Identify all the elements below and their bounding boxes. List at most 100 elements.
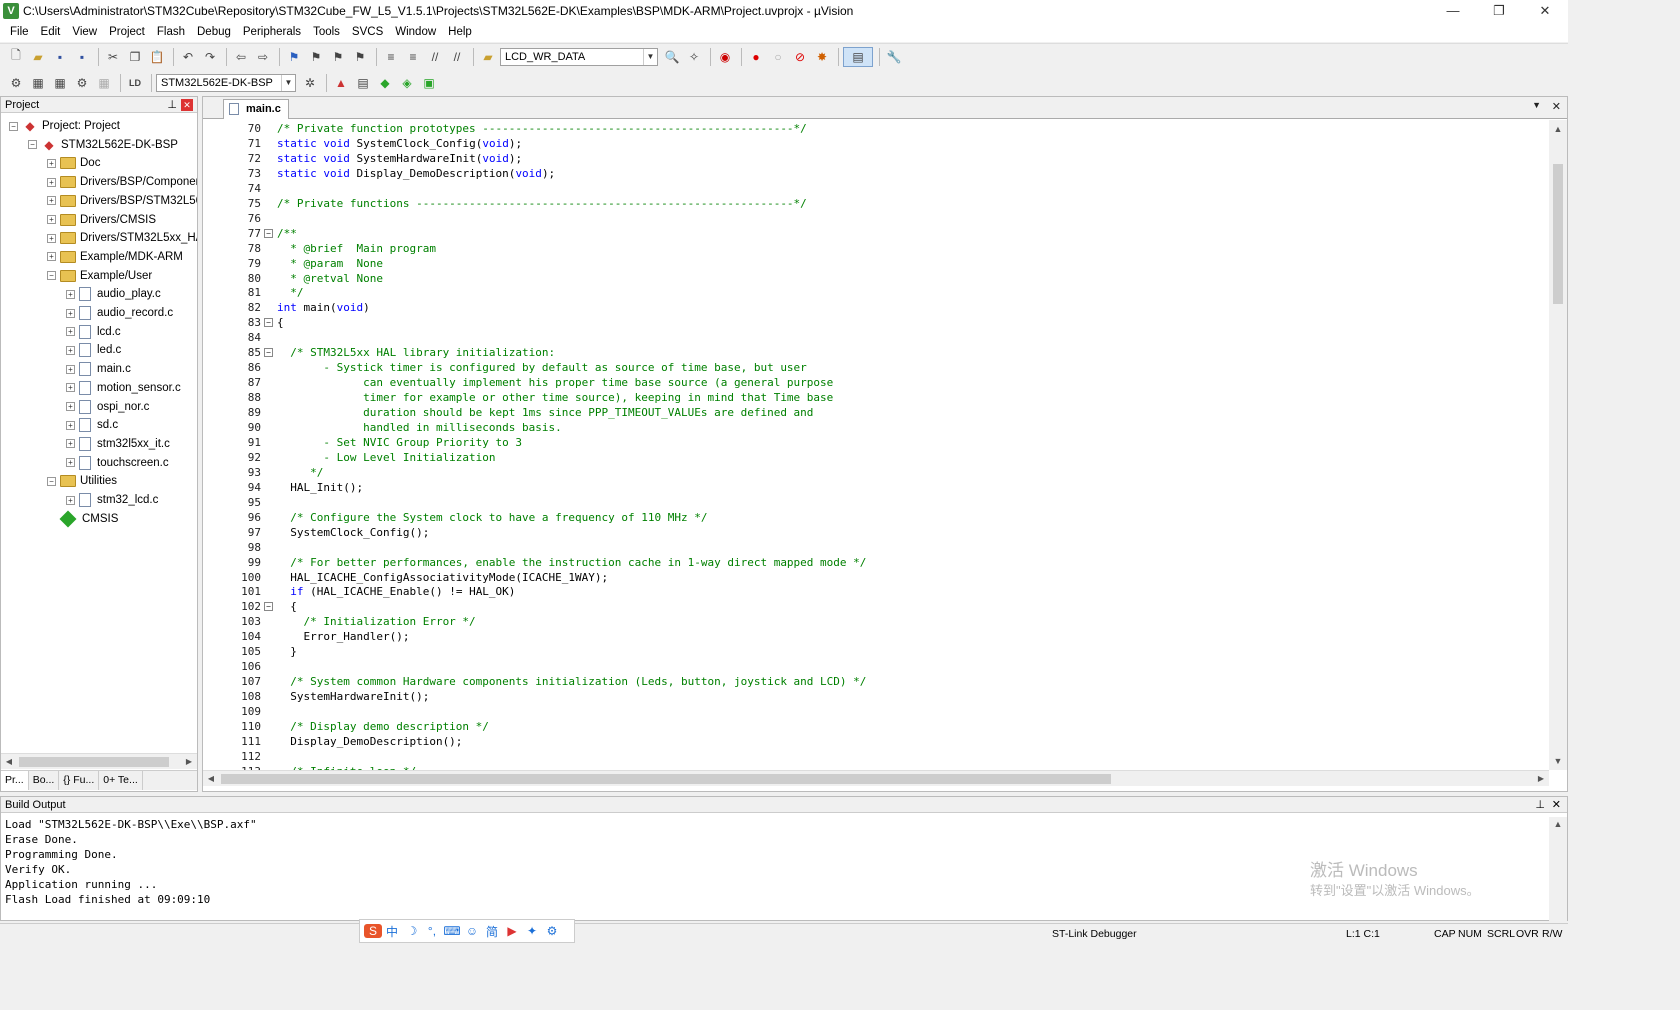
- menu-help[interactable]: Help: [442, 22, 478, 42]
- rebuild-icon[interactable]: ▦: [50, 73, 70, 93]
- build-icon[interactable]: ▦: [28, 73, 48, 93]
- incremental-find-icon[interactable]: ✧: [684, 47, 704, 67]
- code-line[interactable]: 100 HAL_ICACHE_ConfigAssociativityMode(I…: [203, 570, 1549, 585]
- ime-shirt-icon[interactable]: ✦: [522, 924, 542, 938]
- code-line[interactable]: 79 * @param None: [203, 256, 1549, 271]
- code-line[interactable]: 104 Error_Handler();: [203, 629, 1549, 644]
- tab-templates[interactable]: 0+ Te...: [99, 771, 143, 790]
- expand-icon[interactable]: +: [66, 420, 75, 430]
- collapse-icon[interactable]: −: [47, 476, 56, 486]
- scroll-down-icon[interactable]: ▼: [1549, 756, 1567, 766]
- code-line[interactable]: 93 */: [203, 465, 1549, 480]
- debug-session-icon[interactable]: ◉: [715, 47, 735, 67]
- code-line[interactable]: 106: [203, 659, 1549, 674]
- comment-icon[interactable]: //: [425, 47, 445, 67]
- minimize-icon[interactable]: —: [1430, 0, 1476, 22]
- code-line[interactable]: 73 static void Display_DemoDescription(vo…: [203, 166, 1549, 181]
- pin-icon[interactable]: ⊥: [167, 97, 177, 113]
- tree-item[interactable]: + stm32l5xx_it.c: [66, 435, 170, 453]
- tree-item[interactable]: − ◆ Project: Project: [9, 117, 120, 135]
- menu-view[interactable]: View: [66, 22, 103, 42]
- menu-debug[interactable]: Debug: [191, 22, 237, 42]
- fold-toggle-icon[interactable]: −: [264, 348, 273, 358]
- collapse-icon[interactable]: −: [28, 140, 37, 150]
- code-line[interactable]: 107 /* System common Hardware components…: [203, 674, 1549, 689]
- ime-punctuation-icon[interactable]: °,: [422, 924, 442, 938]
- bookmark-icon[interactable]: ⚑: [284, 47, 304, 67]
- code-line[interactable]: 90 handled in milliseconds basis.: [203, 420, 1549, 435]
- code-line[interactable]: 108 SystemHardwareInit();: [203, 689, 1549, 704]
- scroll-left-icon[interactable]: ◀: [1, 754, 17, 770]
- disable-all-breakpoints-icon[interactable]: ⊘: [790, 47, 810, 67]
- expand-icon[interactable]: +: [66, 364, 75, 374]
- unindent-icon[interactable]: ≡: [403, 47, 423, 67]
- code-line[interactable]: 87 can eventually implement his proper t…: [203, 375, 1549, 390]
- code-line[interactable]: 71 static void SystemClock_Config(void);: [203, 136, 1549, 151]
- code-line[interactable]: 75 /* Private functions -----------------…: [203, 196, 1549, 211]
- code-line[interactable]: 103 /* Initialization Error */: [203, 614, 1549, 629]
- tree-item[interactable]: + audio_record.c: [66, 304, 173, 322]
- code-line[interactable]: 112: [203, 749, 1549, 764]
- fold-toggle-icon[interactable]: −: [264, 602, 273, 612]
- code-line[interactable]: 98: [203, 540, 1549, 555]
- code-line[interactable]: 82 int main(void): [203, 300, 1549, 315]
- tab-books[interactable]: Bo...: [29, 771, 60, 790]
- code-line[interactable]: 92 - Low Level Initialization: [203, 450, 1549, 465]
- code-line[interactable]: 109: [203, 704, 1549, 719]
- ime-video-icon[interactable]: ▶: [502, 924, 522, 938]
- fold-toggle-icon[interactable]: −: [264, 318, 273, 328]
- batch-build-icon[interactable]: ⚙: [72, 73, 92, 93]
- find-in-files-icon[interactable]: ▰: [478, 47, 498, 67]
- save-icon[interactable]: ▪: [50, 47, 70, 67]
- collapse-icon[interactable]: −: [47, 271, 56, 281]
- prev-bookmark-icon[interactable]: ⚑: [306, 47, 326, 67]
- scroll-left-icon[interactable]: ◀: [203, 771, 219, 787]
- code-line[interactable]: 91 - Set NVIC Group Priority to 3: [203, 435, 1549, 450]
- tree-item[interactable]: + Drivers/BSP/Componen: [47, 173, 197, 191]
- select-software-packs-icon[interactable]: ◈: [397, 73, 417, 93]
- tree-item[interactable]: + audio_play.c: [66, 285, 161, 303]
- code-line[interactable]: 84: [203, 330, 1549, 345]
- tree-item[interactable]: + led.c: [66, 341, 121, 359]
- ime-simplified-mode[interactable]: 简: [482, 923, 502, 940]
- code-line[interactable]: 89 duration should be kept 1ms since PPP…: [203, 405, 1549, 420]
- disable-breakpoint-icon[interactable]: ○: [768, 47, 788, 67]
- find-icon[interactable]: 🔍: [662, 47, 682, 67]
- menu-edit[interactable]: Edit: [35, 22, 67, 42]
- restore-icon[interactable]: ❐: [1476, 0, 1522, 22]
- ime-user-icon[interactable]: ☺: [462, 924, 482, 938]
- expand-icon[interactable]: +: [47, 177, 56, 187]
- pin-icon[interactable]: ⊥: [1535, 797, 1545, 813]
- menu-peripherals[interactable]: Peripherals: [237, 22, 307, 42]
- code-line[interactable]: 102− {: [203, 599, 1549, 614]
- expand-icon[interactable]: +: [66, 327, 75, 337]
- tree-item[interactable]: − Example/User: [47, 267, 152, 285]
- expand-icon[interactable]: +: [47, 158, 56, 168]
- expand-icon[interactable]: +: [66, 402, 75, 411]
- expand-icon[interactable]: +: [66, 495, 75, 505]
- tree-item[interactable]: − Utilities: [47, 472, 117, 490]
- tree-item[interactable]: + lcd.c: [66, 323, 121, 341]
- code-line[interactable]: 88 timer for example or other time sourc…: [203, 390, 1549, 405]
- clear-bookmarks-icon[interactable]: ⚑: [350, 47, 370, 67]
- project-hscrollbar[interactable]: ◀ ▶: [1, 753, 197, 769]
- tree-item[interactable]: + Drivers/CMSIS: [47, 211, 156, 229]
- code-line[interactable]: 95: [203, 495, 1549, 510]
- scroll-thumb[interactable]: [1553, 164, 1563, 304]
- panel-close-icon[interactable]: ✕: [1552, 797, 1561, 813]
- next-bookmark-icon[interactable]: ⚑: [328, 47, 348, 67]
- ime-moon-icon[interactable]: ☽: [402, 924, 422, 938]
- ime-keyboard-icon[interactable]: ⌨: [442, 924, 462, 938]
- editor-hscrollbar[interactable]: ◀ ▶: [203, 770, 1549, 786]
- scroll-up-icon[interactable]: ▲: [1549, 124, 1567, 134]
- menu-tools[interactable]: Tools: [307, 22, 346, 42]
- menu-flash[interactable]: Flash: [151, 22, 191, 42]
- find-combo[interactable]: LCD_WR_DATA ▼: [500, 47, 658, 66]
- uncomment-icon[interactable]: //: [447, 47, 467, 67]
- paste-icon[interactable]: 📋: [147, 47, 167, 67]
- tab-project[interactable]: Pr...: [1, 771, 29, 790]
- code-line[interactable]: 86 - Systick timer is configured by defa…: [203, 360, 1549, 375]
- translate-icon[interactable]: ⚙: [6, 73, 26, 93]
- pack-installer-icon[interactable]: ▣: [419, 73, 439, 93]
- build-vscrollbar[interactable]: ▲: [1549, 817, 1567, 921]
